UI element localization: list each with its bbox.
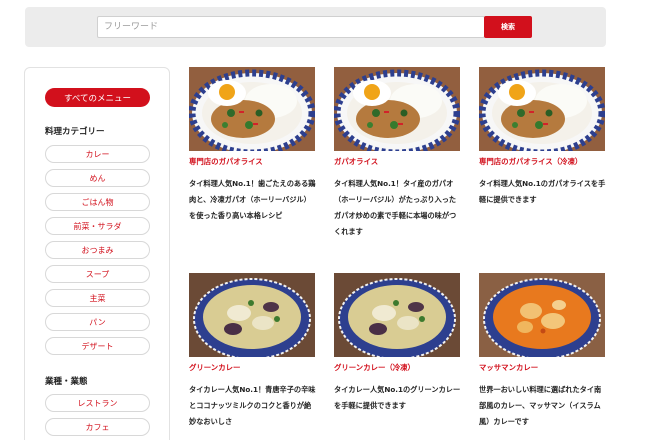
category-item-noodles[interactable]: めん	[45, 169, 150, 187]
industry-item-restaurant[interactable]: レストラン	[45, 394, 150, 412]
gapao-rice-photo[interactable]	[189, 67, 315, 151]
card-title[interactable]: ガパオライス	[334, 157, 460, 167]
search-button[interactable]: 検索	[484, 16, 532, 38]
product-card[interactable]: グリーンカレー（冷凍） タイカレー人気No.1のグリーンカレーを手軽に提供できま…	[334, 273, 460, 414]
card-title[interactable]: グリーンカレー（冷凍）	[334, 363, 460, 373]
card-title[interactable]: 専門店のガパオライス（冷凍）	[479, 157, 605, 167]
search-bar: 検索	[25, 7, 606, 47]
sidebar: すべてのメニュー 料理カテゴリー カレー めん ごはん物 前菜・サラダ おつまみ…	[24, 67, 170, 440]
category-heading: 料理カテゴリー	[45, 127, 105, 137]
category-item-rice[interactable]: ごはん物	[45, 193, 150, 211]
card-title[interactable]: グリーンカレー	[189, 363, 315, 373]
massaman-curry-photo[interactable]	[479, 273, 605, 357]
product-card[interactable]: グリーンカレー タイカレー人気No.1！青唐辛子の辛味とココナッツミルクのコクと…	[189, 273, 316, 430]
green-curry-photo[interactable]	[334, 273, 460, 357]
category-item-main[interactable]: 主菜	[45, 289, 150, 307]
card-title[interactable]: 専門店のガパオライス	[189, 157, 315, 167]
card-description: タイ料理人気No.1！歯ごたえのある鶏肉と、冷凍ガパオ（ホーリーバジル）を使った…	[189, 178, 316, 220]
product-card[interactable]: 専門店のガパオライス（冷凍） タイ料理人気No.1のガパオライスを手軽に提供でき…	[479, 67, 605, 208]
card-description: タイカレー人気No.1！青唐辛子の辛味とココナッツミルクのコクと香りが絶妙なおい…	[189, 384, 316, 426]
product-card[interactable]: 専門店のガパオライス タイ料理人気No.1！歯ごたえのある鶏肉と、冷凍ガパオ（ホ…	[189, 67, 316, 224]
all-menu-button[interactable]: すべてのメニュー	[45, 88, 150, 107]
product-card[interactable]: ガパオライス タイ料理人気No.1！タイ産のガパオ（ホーリーバジル）がたっぷり入…	[334, 67, 460, 240]
category-item-bread[interactable]: パン	[45, 313, 150, 331]
green-curry-photo[interactable]	[189, 273, 315, 357]
industry-heading: 業種・業態	[45, 377, 88, 387]
card-description: タイ料理人気No.1！タイ産のガパオ（ホーリーバジル）がたっぷり入ったガパオ炒め…	[334, 178, 457, 236]
industry-item-cafe[interactable]: カフェ	[45, 418, 150, 436]
card-description: 世界一おいしい料理に選ばれたタイ南部風のカレー、マッサマン（イスラム風）カレーで…	[479, 384, 602, 426]
card-description: タイカレー人気No.1のグリーンカレーを手軽に提供できます	[334, 384, 461, 410]
search-input[interactable]	[97, 16, 485, 38]
card-title[interactable]: マッサマンカレー	[479, 363, 605, 373]
product-card[interactable]: マッサマンカレー 世界一おいしい料理に選ばれたタイ南部風のカレー、マッサマン（イ…	[479, 273, 605, 430]
category-item-snacks[interactable]: おつまみ	[45, 241, 150, 259]
category-item-curry[interactable]: カレー	[45, 145, 150, 163]
category-item-soup[interactable]: スープ	[45, 265, 150, 283]
category-item-dessert[interactable]: デザート	[45, 337, 150, 355]
card-description: タイ料理人気No.1のガパオライスを手軽に提供できます	[479, 178, 606, 204]
gapao-rice-photo[interactable]	[334, 67, 460, 151]
category-item-appetizer[interactable]: 前菜・サラダ	[45, 217, 150, 235]
gapao-rice-photo[interactable]	[479, 67, 605, 151]
